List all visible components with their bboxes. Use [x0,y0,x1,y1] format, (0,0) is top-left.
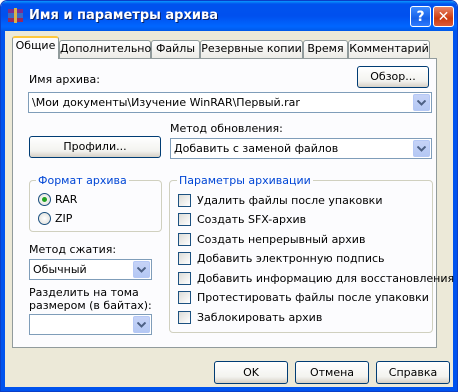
archive-dialog: Имя и параметры архива ? ✕ Общие Дополни… [0,0,458,392]
tab-time[interactable]: Время [303,40,348,58]
update-method-select[interactable]: Добавить с заменой файлов [170,138,432,159]
checkbox-delete-after[interactable] [178,194,191,207]
archive-name-label: Имя архива: [29,73,100,86]
update-method-label: Метод обновления: [170,122,283,135]
help-icon[interactable]: ? [410,6,431,27]
chevron-down-icon[interactable] [413,94,430,111]
window-frame-right [453,31,457,391]
checkbox-create-sfx[interactable] [178,213,191,226]
checkbox-recovery-record[interactable] [178,272,191,285]
archive-name-value: \Мои документы\Изучение WinRAR\Первый.ra… [32,96,300,109]
archive-options-title: Параметры архивации [177,174,313,187]
split-label-line2: размером (в байтах): [29,299,152,312]
checkbox-test-files-label[interactable]: Протестировать файлы после упаковки [197,291,429,304]
chevron-down-icon[interactable] [133,261,150,278]
help-button[interactable]: Справка [376,361,450,384]
window-title: Имя и параметры архива [29,8,218,23]
checkbox-lock-archive-label[interactable]: Заблокировать архив [197,311,322,324]
archive-name-combo[interactable]: \Мои документы\Изучение WinRAR\Первый.ra… [28,92,432,113]
archive-format-group [29,180,162,232]
tab-general[interactable]: Общие [12,36,59,59]
checkbox-digital-signature-label[interactable]: Добавить электронную подпись [197,252,385,265]
tab-advanced[interactable]: Дополнительно [59,40,151,58]
window-frame-left [1,31,5,391]
tab-comment[interactable]: Комментарий [348,40,430,58]
radio-zip[interactable] [38,212,51,225]
checkbox-recovery-record-label[interactable]: Добавить информацию для восстановления [197,272,454,285]
checkbox-create-sfx-label[interactable]: Создать SFX-архив [197,213,306,226]
update-method-value: Добавить с заменой файлов [174,142,339,155]
checkbox-test-files[interactable] [178,291,191,304]
radio-zip-label[interactable]: ZIP [55,212,72,225]
title-bar[interactable]: Имя и параметры архива ? ✕ [1,1,457,31]
archive-format-title: Формат архива [36,174,129,187]
checkbox-lock-archive[interactable] [178,311,191,324]
chevron-down-icon[interactable] [133,316,150,333]
checkbox-solid-archive[interactable] [178,233,191,246]
radio-rar-label[interactable]: RAR [55,193,77,206]
checkbox-delete-after-label[interactable]: Удалить файлы после упаковки [197,194,382,207]
tab-backup[interactable]: Резервные копии [200,40,303,58]
compression-select[interactable]: Обычный [29,259,152,280]
chevron-down-icon[interactable] [413,140,430,157]
winrar-app-icon [8,8,23,23]
close-icon[interactable]: ✕ [433,6,454,27]
window-frame-bottom [1,387,457,391]
profiles-button[interactable]: Профили... [29,136,161,158]
cancel-button[interactable]: Отмена [295,361,369,384]
compression-label: Метод сжатия: [29,243,117,256]
ok-button[interactable]: OK [214,361,288,384]
split-label-line1: Разделить на тома [29,286,139,299]
checkbox-digital-signature[interactable] [178,252,191,265]
checkbox-solid-archive-label[interactable]: Создать непрерывный архив [197,233,365,246]
radio-selected-dot [42,197,47,202]
radio-rar[interactable] [38,193,51,206]
compression-value: Обычный [33,263,87,276]
split-volume-combo[interactable] [29,314,152,335]
tab-files[interactable]: Файлы [151,40,200,58]
browse-button[interactable]: Обзор... [357,66,429,88]
